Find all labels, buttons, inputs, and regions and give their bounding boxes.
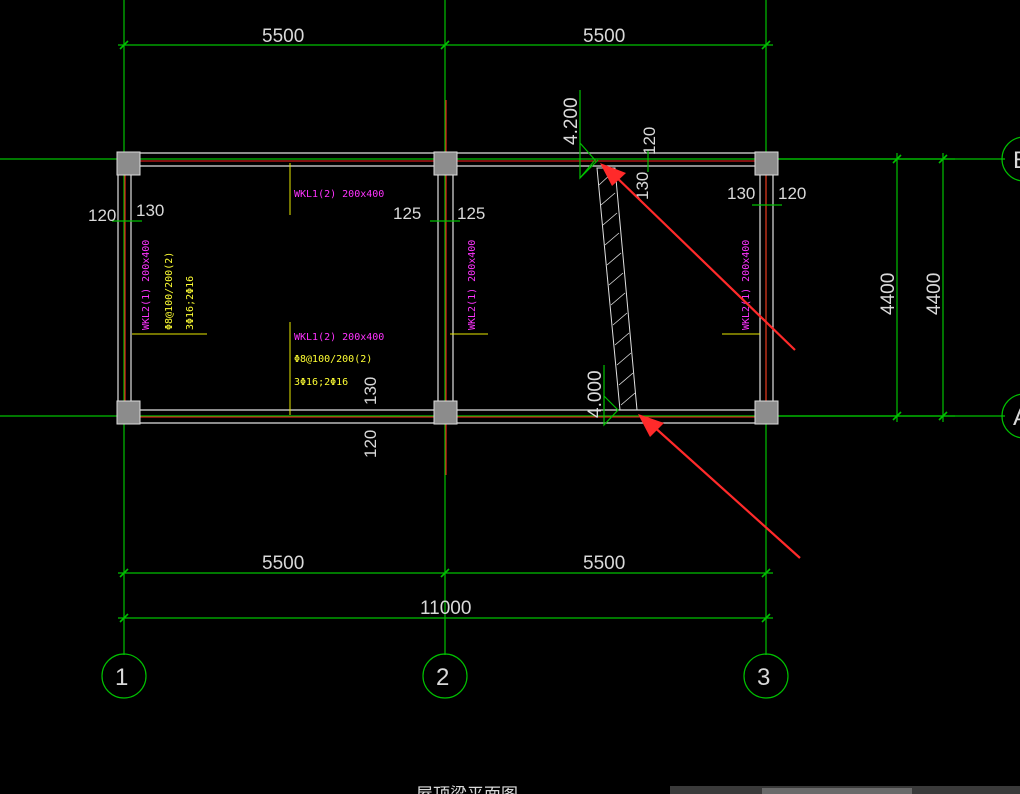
beam-label-wkl1-top: WKL1(2) 200x400 — [294, 189, 384, 200]
dim-left-120: 120 — [88, 206, 116, 225]
column-2A — [433, 400, 458, 425]
dim-right-inner: 4400 — [878, 273, 899, 315]
dim-top-left: 5500 — [262, 26, 304, 47]
rebar-stirrup-wkl1: Φ8@100/200(2) — [294, 354, 372, 365]
cad-drawing-canvas: 5500 5500 5500 5500 11000 4400 4400 4.20… — [0, 0, 1020, 794]
elevation-lower-text: 4.000 — [585, 370, 606, 418]
dim-stair-120: 120 — [640, 127, 659, 155]
beam-label-wkl2-mid: WKL2(1) 200x400 — [467, 240, 478, 330]
dim-bottom-mid-130: 130 — [361, 377, 380, 405]
rebar-bars-wkl2-left: 3Φ16;2Φ16 — [185, 276, 196, 330]
dim-bottom-left: 5500 — [262, 553, 304, 574]
drawing-title-text: 屋顶梁平面图 — [416, 785, 518, 794]
elevation-marker-lower: 4.000 — [585, 365, 619, 427]
axis-label-1: 1 — [115, 664, 128, 691]
beam-label-wkl2-right: WKL2(1) 200x400 — [741, 240, 752, 330]
dim-right-outer: 4400 — [924, 273, 945, 315]
dim-right-130: 130 — [727, 184, 755, 203]
dim-bottom-mid-120: 120 — [361, 430, 380, 458]
column-1B — [116, 151, 141, 176]
dim-right-120: 120 — [778, 184, 806, 203]
column-3A — [754, 400, 779, 425]
annotation-arrows — [600, 163, 801, 559]
annotation-arrow-lower — [651, 424, 801, 559]
axis-label-B: B — [1013, 147, 1020, 174]
elevation-marker-upper: 4.200 — [561, 90, 599, 180]
drawing-title: 屋顶梁平面图 — [416, 785, 1020, 794]
rebar-bars-wkl1: 3Φ16;2Φ16 — [294, 377, 348, 388]
dim-mid-125-left: 125 — [393, 204, 421, 223]
dim-bottom-right: 5500 — [583, 553, 625, 574]
beam-label-wkl2-left: WKL2(1) 200x400 — [141, 240, 152, 330]
beam-label-wkl1-mid: WKL1(2) 200x400 — [294, 332, 384, 343]
dim-left-130: 130 — [136, 201, 164, 220]
dim-top-right: 5500 — [583, 26, 625, 47]
axis-label-2: 2 — [436, 664, 449, 691]
rebar-stirrup-wkl2-left: Φ8@100/200(2) — [164, 252, 175, 330]
column-2B — [433, 151, 458, 176]
column-1A — [116, 400, 141, 425]
axis-label-3: 3 — [757, 664, 770, 691]
column-3B — [754, 151, 779, 176]
dim-mid-125-right: 125 — [457, 204, 485, 223]
columns — [116, 151, 779, 425]
axis-label-A: A — [1013, 404, 1020, 431]
annotation-arrow-upper — [611, 172, 796, 351]
dim-total: 11000 — [420, 598, 471, 619]
elevation-upper-text: 4.200 — [561, 97, 582, 145]
